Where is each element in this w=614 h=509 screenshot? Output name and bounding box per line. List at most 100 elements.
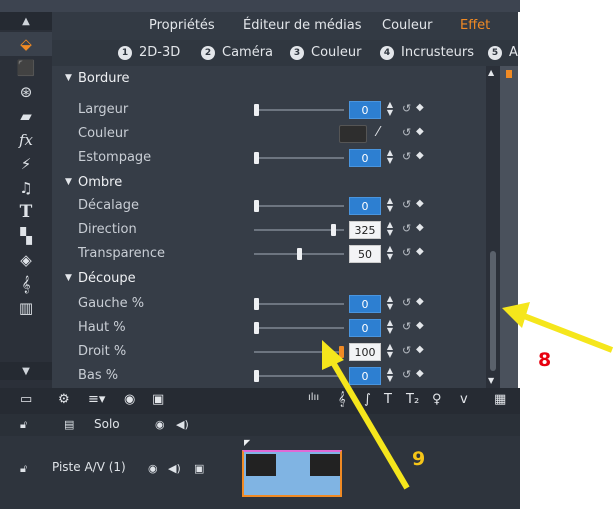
decalage-slider[interactable] xyxy=(254,200,344,212)
haut-slider[interactable] xyxy=(254,322,344,334)
decalage-value-input[interactable]: 0 xyxy=(349,197,381,215)
spinner-icon[interactable]: ▲ ▼ xyxy=(385,245,395,263)
tool-fx-icon[interactable]: fx xyxy=(0,128,52,152)
spinner-icon[interactable]: ▲ ▼ xyxy=(385,343,395,361)
scroll-up-icon[interactable]: ▲ xyxy=(488,68,494,77)
subtab-camera[interactable]: 2 Caméra xyxy=(201,45,273,60)
reset-icon[interactable]: ↺ xyxy=(402,198,411,211)
slider-handle[interactable] xyxy=(254,104,259,116)
reset-icon[interactable]: ↺ xyxy=(402,320,411,333)
tool-music-note-icon[interactable]: ♫ xyxy=(0,176,52,200)
lock-icon[interactable]: 🔓︎ xyxy=(20,418,27,432)
eye-icon[interactable]: ◉ xyxy=(155,418,165,431)
direction-slider[interactable] xyxy=(254,224,344,236)
keyframe-diamond-icon[interactable]: ◆ xyxy=(416,320,424,331)
lock-icon[interactable]: 🔓︎ xyxy=(20,462,27,476)
snapshot-icon[interactable]: ▣ xyxy=(152,392,164,407)
speaker-icon[interactable]: ◀) xyxy=(168,462,181,475)
record-icon[interactable]: ◉ xyxy=(124,392,135,407)
droit-slider[interactable] xyxy=(254,346,344,358)
tool-transition-icon[interactable]: ⚡ xyxy=(0,152,52,176)
tool-folder-icon[interactable]: ▰ xyxy=(0,104,52,128)
spinner-icon[interactable]: ▲ ▼ xyxy=(385,101,395,119)
camera-icon[interactable]: ▣ xyxy=(194,462,204,475)
keyframe-diamond-icon[interactable]: ◆ xyxy=(416,246,424,257)
toolstrip-scroll-up-icon[interactable]: ▲ xyxy=(0,12,52,30)
timeline-clip[interactable] xyxy=(242,450,342,497)
grid-icon[interactable]: ▦ xyxy=(494,392,506,407)
toolstrip-scroll-down-icon[interactable]: ▼ xyxy=(0,362,52,380)
monitor-icon[interactable]: ▭ xyxy=(20,392,32,407)
slider-handle[interactable] xyxy=(339,346,344,358)
reset-icon[interactable]: ↺ xyxy=(402,150,411,163)
treble-clef-icon[interactable]: 𝄞 xyxy=(338,392,346,407)
estompage-slider[interactable] xyxy=(254,152,344,164)
scrollbar-thumb[interactable] xyxy=(490,251,496,371)
bas-slider[interactable] xyxy=(254,370,344,382)
keyframe-diamond-icon[interactable]: ◆ xyxy=(416,368,424,379)
tool-treble-clef-icon[interactable]: 𝄞 xyxy=(0,272,52,296)
keyframe-diamond-icon[interactable]: ◆ xyxy=(416,150,424,161)
direction-value-input[interactable]: 325 xyxy=(349,221,381,239)
reset-icon[interactable]: ↺ xyxy=(402,344,411,357)
subtab-2d-3d[interactable]: 1 2D-3D xyxy=(118,45,180,60)
tab-editeur-medias[interactable]: Éditeur de médias xyxy=(243,18,362,33)
speaker-icon[interactable]: ◀) xyxy=(176,418,189,431)
couleur-swatch[interactable] xyxy=(339,125,367,143)
spinner-icon[interactable]: ▲ ▼ xyxy=(385,149,395,167)
microphone-icon[interactable]: ♀ xyxy=(432,392,442,407)
tool-effects-box-icon[interactable]: ⬙ xyxy=(0,32,52,56)
slider-handle[interactable] xyxy=(297,248,302,260)
section-decoupe[interactable]: ▼ Découpe xyxy=(52,266,486,290)
droit-value-input[interactable]: 100 xyxy=(349,343,381,361)
tab-couleur[interactable]: Couleur xyxy=(382,18,432,33)
title-t-icon[interactable]: T xyxy=(384,392,392,407)
tool-layers-icon[interactable]: ◈ xyxy=(0,248,52,272)
transparence-value-input[interactable]: 50 xyxy=(349,245,381,263)
gauche-slider[interactable] xyxy=(254,298,344,310)
subtab-couleur[interactable]: 3 Couleur xyxy=(290,45,361,60)
keyframe-diamond-icon[interactable]: ◆ xyxy=(416,126,424,137)
transparence-slider[interactable] xyxy=(254,248,344,260)
reset-icon[interactable]: ↺ xyxy=(402,368,411,381)
keyframe-diamond-icon[interactable]: ◆ xyxy=(416,296,424,307)
tool-title-icon[interactable]: T xyxy=(0,200,52,224)
settings-gear-icon[interactable]: ⚙ xyxy=(58,392,70,407)
tool-library-icon[interactable]: ⬛ xyxy=(0,56,52,80)
pipette-icon[interactable]: ⁄ xyxy=(377,125,379,140)
reset-icon[interactable]: ↺ xyxy=(402,102,411,115)
curve-icon[interactable]: ⅴ xyxy=(460,392,468,407)
title-t2-icon[interactable]: T₂ xyxy=(406,392,419,407)
properties-scrollbar[interactable]: ▲ ▼ xyxy=(486,66,500,388)
subtab-incrusteurs[interactable]: 4 Incrusteurs xyxy=(380,45,474,60)
slider-handle[interactable] xyxy=(254,298,259,310)
slider-handle[interactable] xyxy=(254,370,259,382)
slider-handle[interactable] xyxy=(254,152,259,164)
slider-handle[interactable] xyxy=(254,322,259,334)
largeur-slider[interactable] xyxy=(254,104,344,116)
tool-piano-icon[interactable]: ▥ xyxy=(0,296,52,320)
bas-value-input[interactable]: 0 xyxy=(349,367,381,385)
spinner-icon[interactable]: ▲ ▼ xyxy=(385,295,395,313)
audio-levels-icon[interactable]: ılıı xyxy=(308,392,319,403)
keyframe-diamond-icon[interactable]: ◆ xyxy=(416,198,424,209)
section-bordure[interactable]: ▼ Bordure xyxy=(52,66,486,90)
gauche-value-input[interactable]: 0 xyxy=(349,295,381,313)
tab-proprietes[interactable]: Propriétés xyxy=(149,18,215,33)
menu-dropdown-icon[interactable]: ≡▾ xyxy=(88,392,105,407)
reset-icon[interactable]: ↺ xyxy=(402,222,411,235)
spinner-icon[interactable]: ▲ ▼ xyxy=(385,319,395,337)
keyframe-diamond-icon[interactable]: ◆ xyxy=(416,344,424,355)
tab-effet[interactable]: Effet xyxy=(460,18,490,33)
playhead-icon[interactable]: ◤ xyxy=(244,438,250,447)
reset-icon[interactable]: ↺ xyxy=(402,296,411,309)
section-ombre[interactable]: ▼ Ombre xyxy=(52,170,486,194)
spinner-icon[interactable]: ▲ ▼ xyxy=(385,367,395,385)
keyframe-diamond-icon[interactable]: ◆ xyxy=(416,222,424,233)
reset-icon[interactable]: ↺ xyxy=(402,246,411,259)
scroll-down-icon[interactable]: ▼ xyxy=(488,376,494,385)
haut-value-input[interactable]: 0 xyxy=(349,319,381,337)
estompage-value-input[interactable]: 0 xyxy=(349,149,381,167)
slider-handle[interactable] xyxy=(254,200,259,212)
reset-icon[interactable]: ↺ xyxy=(402,126,411,139)
